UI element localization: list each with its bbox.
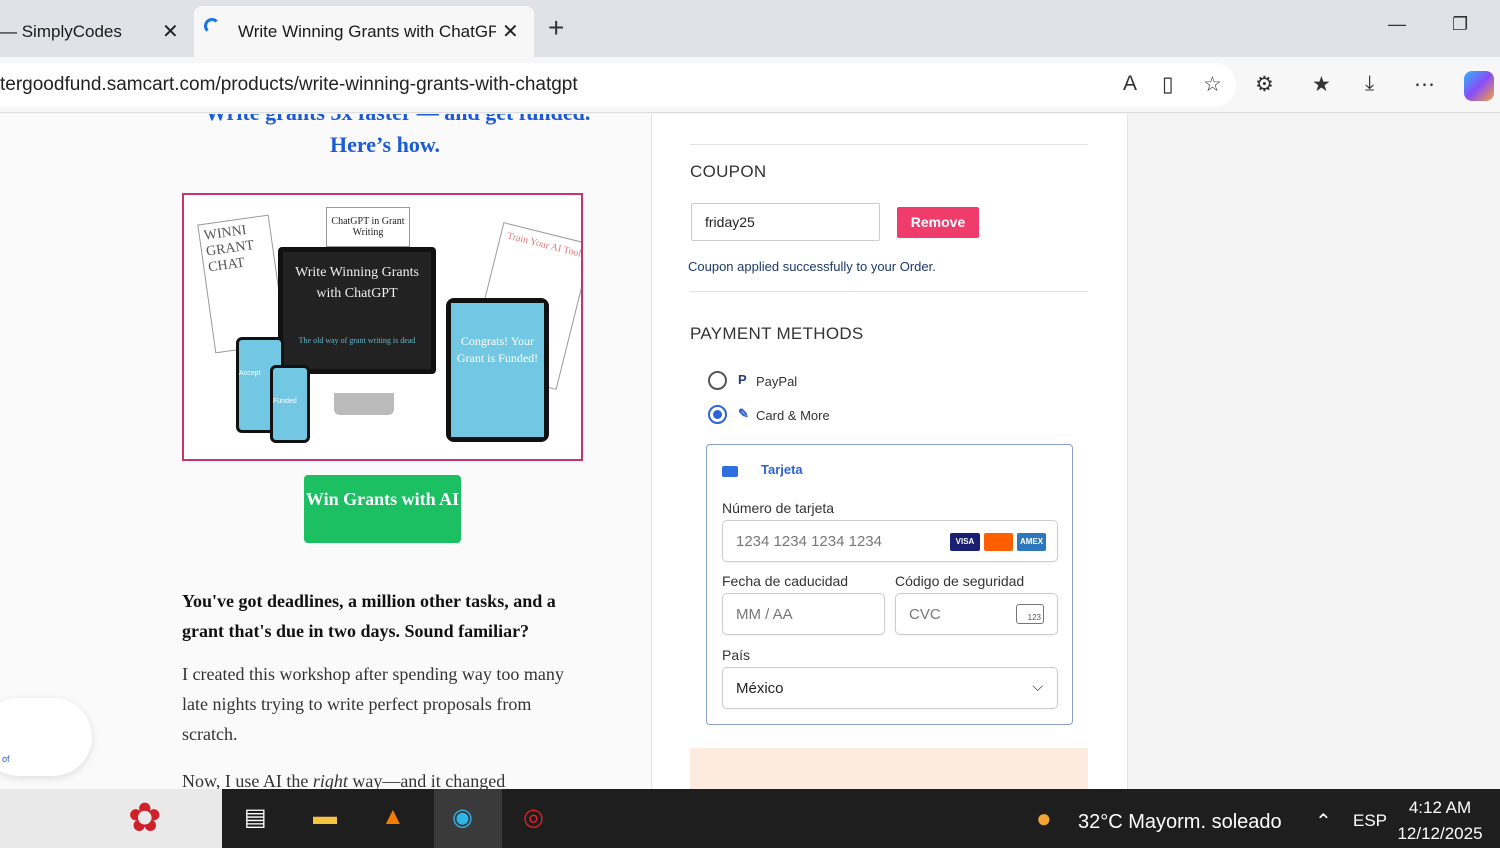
monitor-stand (334, 393, 394, 415)
new-tab-icon[interactable]: + (548, 12, 564, 44)
tab-tarjeta[interactable]: Tarjeta (761, 462, 803, 477)
intro-text-2: Now, I use AI the right way—and it chang… (182, 766, 582, 789)
tab-strip: — SimplyCodes ✕ Write Winning Grants wit… (0, 0, 1500, 57)
weather-text[interactable]: 32°C Mayorm. soleado (1078, 811, 1282, 834)
tablet: Congrats! Your Grant is Funded! (446, 298, 549, 442)
monitor-subtitle: The old way of grant writing is dead (298, 336, 416, 345)
placeholder: MM / AA (736, 605, 793, 623)
monitor-screen: Write Winning Grants with ChatGPT The ol… (278, 247, 436, 374)
paypal-label[interactable]: PayPal (756, 374, 797, 389)
weather-icon[interactable]: ● (1036, 803, 1052, 834)
coupon-label: COUPON (690, 162, 767, 181)
divider (690, 291, 1088, 292)
country-label: País (722, 647, 751, 663)
card-icon: ✎ (738, 406, 749, 421)
cvc-input[interactable]: CVC 123 (895, 593, 1058, 635)
tab-title: — SimplyCodes (0, 21, 122, 41)
paypal-icon: P (738, 372, 747, 387)
restore-icon[interactable]: ❐ (1452, 14, 1468, 35)
widget-text: of (2, 754, 10, 764)
cvc-card-icon: 123 (1016, 604, 1044, 624)
subheading: Here’s how. (330, 132, 440, 157)
card-label[interactable]: Card & More (756, 408, 830, 423)
close-icon[interactable]: ✕ (502, 19, 519, 44)
immersive-reader-icon[interactable]: ▯ (1162, 72, 1174, 97)
minimize-icon[interactable]: — (1388, 14, 1406, 35)
app-red-icon[interactable]: ◎ (523, 803, 544, 832)
page-viewport: Write grants 3x faster — and get funded.… (0, 114, 1500, 789)
taskbar: ✿ ▤ ▬ ▲ ◉ ◎ ● 32°C Mayorm. soleado ⌃ ESP… (0, 789, 1500, 848)
language-indicator[interactable]: ESP (1353, 811, 1387, 831)
tab-simplycodes[interactable]: — SimplyCodes ✕ (0, 6, 192, 57)
page-heading: Write grants 3x faster — and get funded. (205, 114, 590, 126)
text-emphasis: right (312, 771, 348, 789)
address-toolbar: tergoodfund.samcart.com/products/write-w… (0, 57, 1500, 113)
coupon-input[interactable]: friday25 (691, 203, 880, 241)
visa-icon: VISA (950, 533, 980, 551)
text-part: Now, I use AI the (182, 771, 313, 789)
close-icon[interactable]: ✕ (162, 19, 179, 44)
remove-coupon-button[interactable]: Remove (897, 207, 979, 238)
copilot-icon[interactable] (1464, 71, 1494, 101)
coupon-success-message: Coupon applied successfully to your Orde… (688, 259, 936, 274)
country-select[interactable]: México ⌵ (722, 667, 1058, 709)
monitor-title: Write Winning Grants with ChatGPT (295, 265, 419, 301)
expiry-input[interactable]: MM / AA (722, 593, 885, 635)
tab-active[interactable]: Write Winning Grants with ChatGP ✕ (194, 6, 534, 57)
edge-taskbar-button[interactable]: ◉ (434, 789, 502, 848)
card-number-label: Número de tarjeta (722, 500, 835, 516)
more-icon[interactable]: ⋯ (1414, 72, 1435, 97)
download-icon[interactable]: ⤓ (1365, 72, 1374, 96)
floating-widget[interactable]: of (0, 698, 92, 776)
favorites-list-icon[interactable]: ★ (1312, 72, 1331, 97)
file-explorer-icon[interactable]: ▬ (313, 803, 337, 831)
text-part: way—and it changed (347, 771, 506, 789)
mastercard-icon: MC (984, 533, 1013, 551)
intro-bold-text: You've got deadlines, a million other ta… (182, 591, 556, 641)
tablet-screen: Congrats! Your Grant is Funded! (451, 303, 544, 437)
doc-page: WINNI GRANT CHAT (197, 214, 287, 354)
cvc-label: Código de seguridad (895, 573, 1025, 589)
credit-card-icon (722, 466, 738, 477)
placeholder: 1234 1234 1234 1234 (736, 532, 882, 550)
card-form: Tarjeta Número de tarjeta 1234 1234 1234… (706, 444, 1073, 725)
card-number-input[interactable]: 1234 1234 1234 1234 VISA MC AMEX (722, 520, 1058, 562)
url-text: tergoodfund.samcart.com/products/write-w… (0, 74, 578, 95)
favorite-icon[interactable]: ☆ (1203, 72, 1222, 97)
card-radio[interactable] (708, 405, 727, 424)
order-summary-box (690, 748, 1088, 789)
paypal-radio[interactable] (708, 371, 727, 390)
payment-methods-label: PAYMENT METHODS (690, 324, 864, 343)
task-view-icon[interactable]: ▤ (244, 803, 267, 832)
doc-page: ChatGPT in Grant Writing (326, 207, 410, 247)
checkout-column: COUPON friday25 Remove Coupon applied su… (652, 114, 1128, 789)
edge-icon: ◉ (452, 804, 473, 831)
product-image: WINNI GRANT CHAT ChatGPT in Grant Writin… (182, 193, 583, 461)
clock-time[interactable]: 4:12 AM (1398, 798, 1482, 818)
extensions-icon[interactable]: ⚙ (1255, 72, 1274, 97)
win-grants-button[interactable]: Win Grants with AI (304, 475, 461, 543)
amex-icon: AMEX (1017, 533, 1046, 551)
placeholder: CVC (909, 605, 941, 623)
divider (690, 144, 1088, 145)
read-aloud-icon[interactable]: A (1123, 72, 1137, 96)
taskbar-widget-area: ✿ (0, 789, 222, 848)
selected-country: México (736, 679, 784, 697)
poinsettia-icon[interactable]: ✿ (128, 795, 162, 841)
clock-date[interactable]: 12/12/2025 (1396, 824, 1484, 844)
address-bar[interactable]: tergoodfund.samcart.com/products/write-w… (0, 63, 1236, 107)
phone-screen: Funded (273, 368, 307, 440)
loading-icon (204, 18, 220, 34)
app-icon[interactable]: ▲ (381, 803, 405, 831)
chevron-down-icon: ⌵ (1032, 678, 1043, 694)
intro-text: I created this workshop after spending w… (182, 664, 564, 744)
expiry-label: Fecha de caducidad (722, 573, 849, 589)
sales-column: Write grants 3x faster — and get funded.… (0, 114, 652, 789)
phone: Funded (270, 365, 310, 443)
tab-title: Write Winning Grants with ChatGP (238, 21, 496, 41)
chevron-up-icon[interactable]: ⌃ (1315, 809, 1332, 834)
